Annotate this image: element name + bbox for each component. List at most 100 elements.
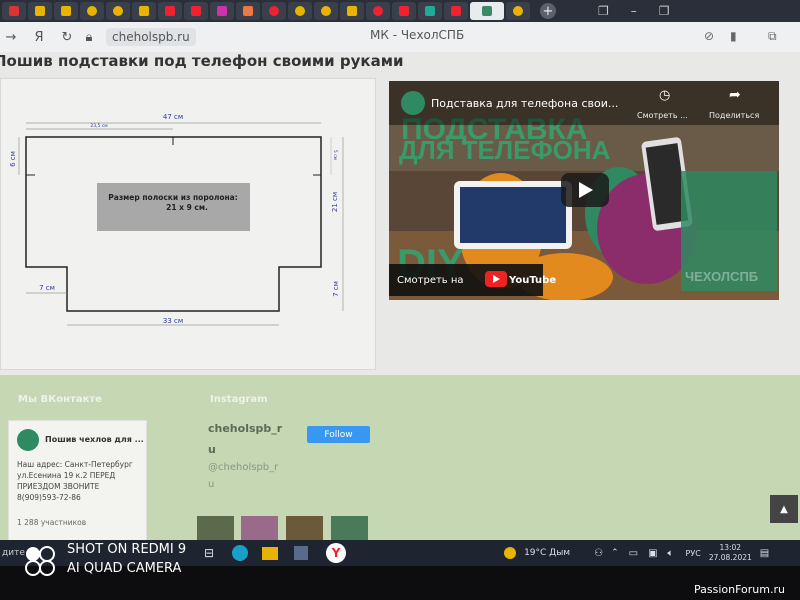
weather-text[interactable]: 19°C Дым <box>524 548 570 558</box>
youtube-embed[interactable]: ПОДСТАВКА ДЛЯ ТЕЛЕФОНА DIY ЧЕХОЛСПБ Подс… <box>389 81 779 300</box>
tab[interactable] <box>340 2 364 20</box>
play-icon <box>87 6 97 16</box>
instagram-heading: Instagram <box>210 394 268 405</box>
favicon-icon <box>139 6 149 16</box>
share-icon[interactable]: ➦ <box>729 87 741 103</box>
ig-username-cont: u <box>208 443 216 456</box>
store-icon[interactable] <box>294 546 309 560</box>
yandex-browser-icon[interactable]: Y <box>326 543 347 563</box>
tabs-icon[interactable]: ❐ <box>598 4 609 18</box>
scroll-to-top-button[interactable]: ▲ <box>770 495 798 523</box>
extensions-icon[interactable]: ⧉ <box>768 29 777 44</box>
video-title[interactable]: Подставка для телефона свои... <box>431 97 618 110</box>
tab-strip: + ❐ – ❐ <box>0 0 800 22</box>
overlay-title-2: ДЛЯ ТЕЛЕФОНА <box>399 135 611 165</box>
bookmark-icon[interactable]: ▮ <box>730 29 737 43</box>
explorer-icon[interactable] <box>262 546 279 560</box>
minimize-icon[interactable]: – <box>631 4 637 18</box>
tab[interactable] <box>288 2 312 20</box>
play-icon <box>113 6 123 16</box>
ig-username[interactable]: cheholspb_r <box>208 422 282 435</box>
watch-on-label[interactable]: Смотреть на <box>397 275 464 286</box>
ig-thumb[interactable] <box>241 516 278 540</box>
tab-active[interactable] <box>470 2 504 20</box>
ig-thumb[interactable] <box>197 516 234 540</box>
tab[interactable] <box>54 2 78 20</box>
new-tab-button[interactable]: + <box>540 3 556 19</box>
tab[interactable] <box>28 2 52 20</box>
vk-heading: Мы ВКонтакте <box>18 394 102 405</box>
url-field[interactable]: cheholspb.ru <box>106 28 196 46</box>
network-icon[interactable]: ▣ <box>648 548 657 559</box>
note-line-2: 21 х 9 см. <box>166 203 208 212</box>
tab[interactable] <box>184 2 208 20</box>
tab[interactable] <box>2 2 26 20</box>
redmi-logo-icon <box>25 546 55 576</box>
note-line-1: Размер полоски из поролона: <box>108 193 237 202</box>
hidden-icons-icon[interactable]: ⌃ <box>611 548 619 558</box>
overlay-brand: ЧЕХОЛСПБ <box>685 269 758 284</box>
tab[interactable] <box>366 2 390 20</box>
volume-icon[interactable]: 🔈︎ <box>668 548 674 559</box>
watermark-camera: AI QUAD CAMERA <box>67 561 182 576</box>
vk-address: Наш адрес: Санкт-Петербург ул.Есенина 19… <box>17 460 133 502</box>
language-indicator[interactable]: РУС <box>686 549 701 558</box>
vk-group-avatar <box>17 429 39 451</box>
tab[interactable] <box>158 2 182 20</box>
youtube-icon <box>451 6 461 16</box>
tab[interactable] <box>418 2 442 20</box>
ig-handle: @cheholspb_r <box>208 462 279 473</box>
people-icon[interactable]: ⚇ <box>594 548 603 559</box>
dim-left-height: 6 см <box>9 151 17 167</box>
task-view-icon[interactable]: ⊟ <box>204 546 214 560</box>
dim-inner-top: 23,5 см <box>90 123 107 129</box>
watch-later-label[interactable]: Смотреть ... <box>637 111 688 120</box>
battery-icon[interactable]: ▭ <box>629 548 638 559</box>
tab[interactable] <box>80 2 104 20</box>
tab[interactable] <box>444 2 468 20</box>
youtube-logo-label[interactable]: YouTube <box>509 275 556 286</box>
play-icon <box>513 6 523 16</box>
edge-icon[interactable] <box>232 545 249 561</box>
tab[interactable] <box>236 2 260 20</box>
back-icon[interactable]: → <box>0 30 22 45</box>
play-icon <box>295 6 305 16</box>
dim-right-height: 21 см <box>331 192 339 212</box>
favicon-icon <box>35 6 45 16</box>
notifications-icon[interactable]: ▤ <box>760 548 769 559</box>
vk-group-name[interactable]: Пошив чехлов для ... <box>45 435 144 444</box>
share-label[interactable]: Поделиться <box>709 111 759 120</box>
maximize-icon[interactable]: ❐ <box>659 4 670 18</box>
play-icon <box>321 6 331 16</box>
clock-icon[interactable]: ◷ <box>659 88 670 103</box>
tab[interactable] <box>392 2 416 20</box>
clock-time: 13:02 <box>719 543 742 552</box>
ig-handle-cont: u <box>208 479 215 490</box>
follow-button[interactable]: Follow <box>307 426 370 443</box>
favicon-icon <box>217 6 227 16</box>
play-button[interactable] <box>561 173 609 207</box>
lock-icon: 🔒︎ <box>85 29 93 45</box>
tab[interactable] <box>314 2 338 20</box>
youtube-icon <box>399 6 409 16</box>
reader-icon[interactable]: ⊘ <box>704 29 714 43</box>
tab[interactable] <box>262 2 286 20</box>
weather-icon[interactable] <box>504 547 517 559</box>
tab[interactable] <box>106 2 130 20</box>
ig-thumb[interactable] <box>331 516 368 540</box>
vk-widget[interactable]: Пошив чехлов для ... Наш адрес: Санкт-Пе… <box>8 420 147 542</box>
tab[interactable] <box>210 2 234 20</box>
tab[interactable] <box>132 2 156 20</box>
favicon-icon <box>425 6 435 16</box>
vk-members: 1 288 участников <box>17 518 87 527</box>
yandex-icon[interactable]: Я <box>28 30 50 45</box>
reload-icon[interactable]: ↻ <box>56 30 78 45</box>
watermark-forum: PassionForum.ru <box>694 583 785 596</box>
ig-thumb[interactable] <box>286 516 323 540</box>
clock[interactable]: 13:02 27.08.2021 <box>709 543 752 563</box>
dim-bottom-left: 7 см <box>39 284 55 292</box>
pattern-diagram: 47 см 23,5 см 6 см 5 см 21 см 7 см 7 см … <box>0 78 376 370</box>
favicon-icon <box>61 6 71 16</box>
tab[interactable] <box>506 2 530 20</box>
page-content: Пошив подставки под телефон своими рукам… <box>0 52 800 375</box>
